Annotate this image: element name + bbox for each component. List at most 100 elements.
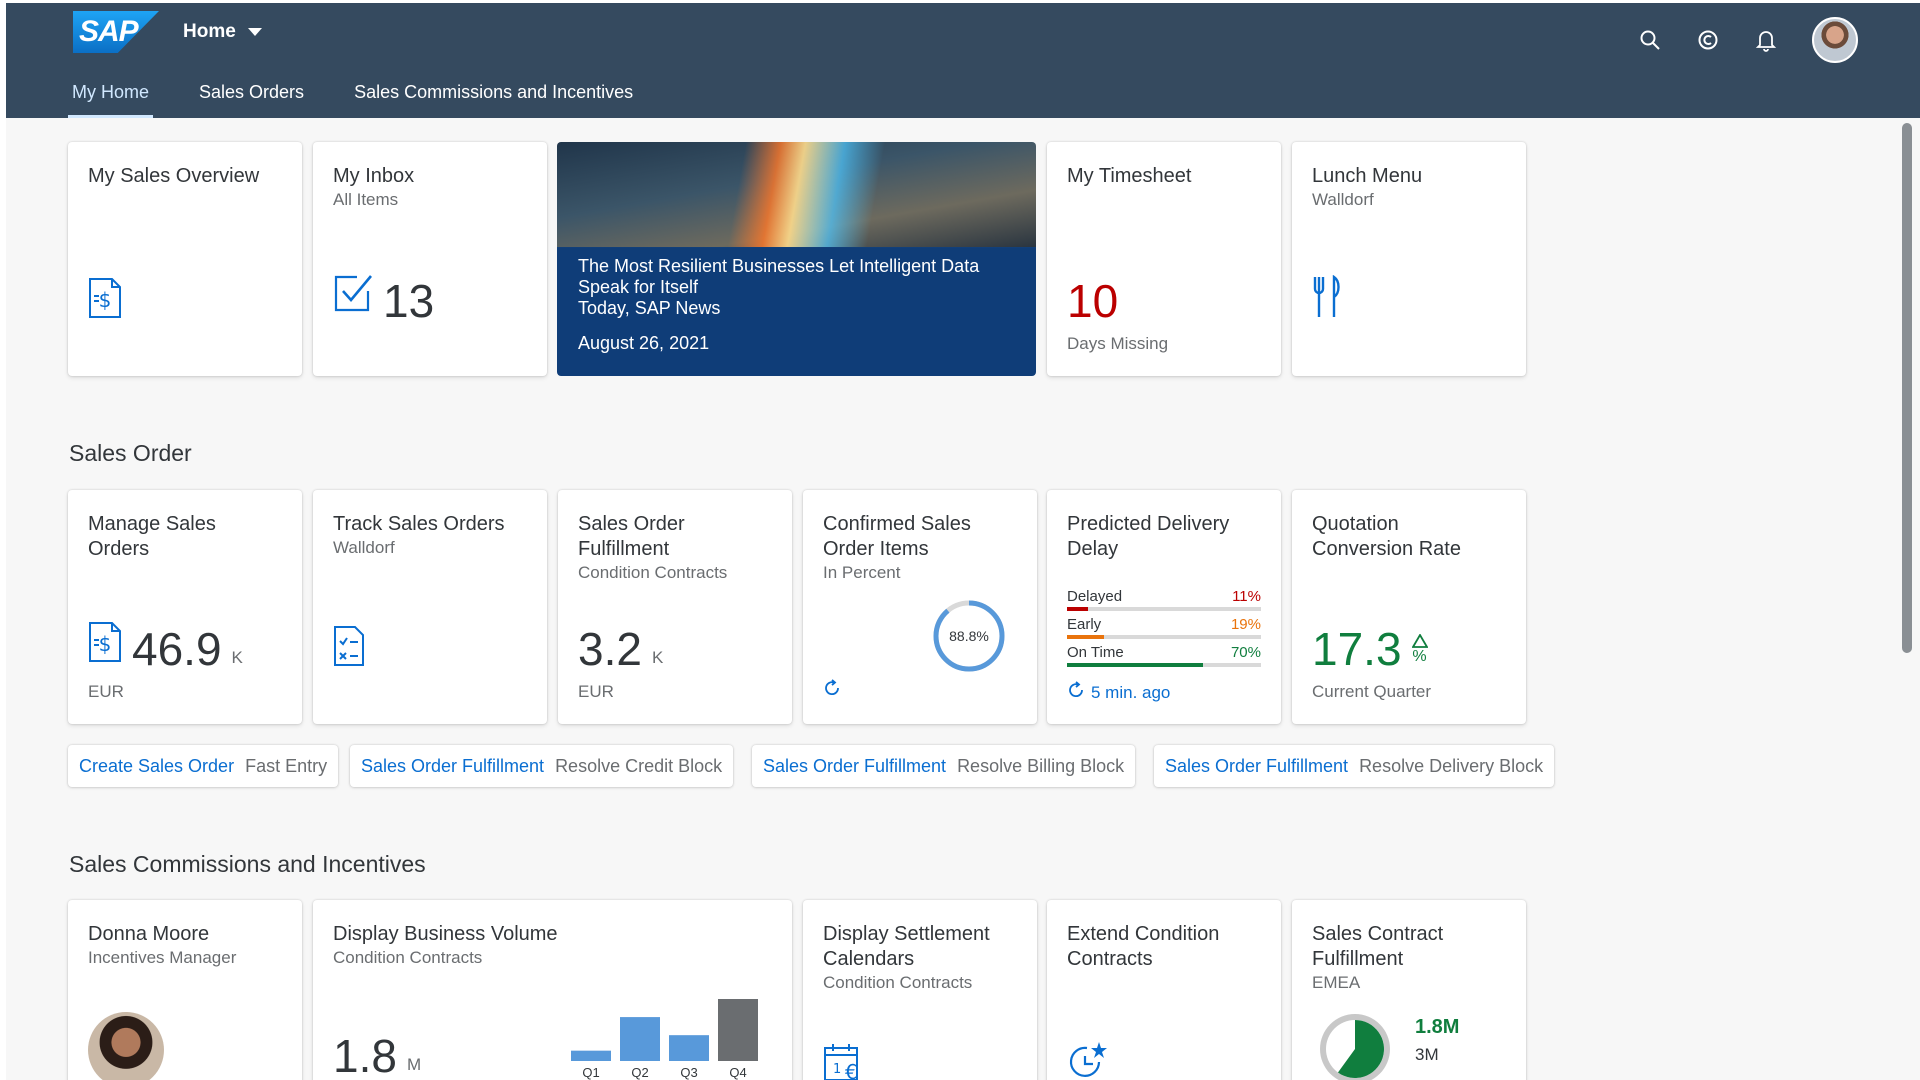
document-dollar-icon: $ [88, 277, 122, 324]
news-source: Today, SAP News [578, 298, 721, 318]
caret-down-icon [247, 28, 262, 36]
tab-my-home[interactable]: My Home [67, 76, 154, 118]
kpi-scale: K [231, 648, 243, 667]
link-title: Create Sales Order [79, 755, 235, 776]
news-headline: The Most Resilient Businesses Let Intell… [578, 256, 980, 297]
tile-sales-order-fulfillment[interactable]: Sales Order Fulfillment Condition Contra… [558, 490, 792, 724]
refresh-icon[interactable] [823, 679, 841, 702]
manage-kpi: $ 46.9 K [88, 621, 243, 672]
scrollbar-thumb[interactable] [1902, 123, 1912, 653]
business-volume-chart: Q1 Q2 Q3 Q4 [571, 999, 758, 1080]
refresh-icon [1067, 681, 1085, 704]
cutlery-icon [1312, 274, 1342, 324]
inbox-kpi: 13 [333, 273, 434, 324]
link-resolve-credit-block[interactable]: Sales Order Fulfillment Resolve Credit B… [350, 745, 734, 787]
tab-sales-orders[interactable]: Sales Orders [199, 76, 304, 114]
kpi-indicator: % [1411, 634, 1428, 666]
tile-lunch-menu[interactable]: Lunch Menu Walldorf [1292, 142, 1526, 376]
tile-sales-contract-fulfillment[interactable]: Sales Contract Fulfillment EMEA 1.8M 3M [1292, 900, 1526, 1080]
tick-label-q1: Q1 [582, 1065, 599, 1080]
tile-subtitle: In Percent [823, 563, 901, 582]
svg-text:1: 1 [833, 1062, 841, 1077]
shell-bar: SAP Home My Home Sales Orders Sales Comm… [6, 3, 1920, 118]
tile-subtitle: Condition Contracts [578, 563, 728, 582]
contract-pie [1320, 1014, 1390, 1080]
home-menu-label: Home [183, 21, 236, 42]
news-text: The Most Resilient Businesses Let Intell… [578, 256, 1018, 319]
nav-tabs: My Home Sales Orders Sales Commissions a… [67, 76, 683, 118]
kpi-scale: K [651, 648, 664, 667]
search-icon[interactable] [1638, 28, 1662, 52]
bar-label: Delayed [1067, 588, 1123, 605]
tile-title: Quotation Conversion Rate [1312, 513, 1461, 560]
tile-subtitle: Walldorf [333, 538, 395, 557]
tile-display-business-volume[interactable]: Display Business Volume Condition Contra… [313, 900, 792, 1080]
link-create-sales-order[interactable]: Create Sales Order Fast Entry [68, 745, 339, 787]
tile-subtitle: All Items [333, 190, 399, 209]
person-avatar [88, 1012, 164, 1080]
bar-value: 70% [1230, 644, 1261, 661]
timesheet-kpi: 10 [1067, 278, 1118, 324]
tile-my-timesheet[interactable]: My Timesheet 10 Days Missing [1047, 142, 1281, 376]
bell-icon[interactable] [1754, 28, 1778, 52]
tile-footer: EUR [88, 682, 124, 701]
contract-value: 1.8M [1415, 1016, 1460, 1038]
kpi-value: 1.8 [333, 1030, 397, 1080]
kpi-scale: M [406, 1055, 422, 1074]
delivery-bar-on-time: On Time 70% [1067, 644, 1261, 667]
bar-q2 [620, 1017, 660, 1061]
bar-q4 [718, 999, 758, 1061]
link-title: Sales Order Fulfillment [1165, 755, 1349, 776]
link-subtitle: Fast Entry [245, 755, 328, 776]
tile-subtitle: Walldorf [1312, 190, 1374, 209]
sap-logo[interactable]: SAP [73, 11, 159, 53]
tick-label-q4: Q4 [729, 1065, 746, 1080]
tile-donna-moore[interactable]: Donna Moore Incentives Manager [68, 900, 302, 1080]
tile-title: Donna Moore [88, 923, 210, 945]
tile-manage-sales-orders[interactable]: Manage Sales Orders $ 46.9 K EUR [68, 490, 302, 724]
tile-footer: Days Missing [1067, 334, 1169, 353]
link-subtitle: Resolve Delivery Block [1359, 755, 1544, 776]
user-avatar[interactable] [1812, 17, 1858, 63]
tile-display-settlement-calendars[interactable]: Display Settlement Calendars Condition C… [803, 900, 1037, 1080]
link-resolve-billing-block[interactable]: Sales Order Fulfillment Resolve Billing … [752, 745, 1136, 787]
bar-fill [1067, 635, 1104, 639]
tile-my-sales-overview[interactable]: My Sales Overview $ [68, 142, 302, 376]
news-date: August 26, 2021 [578, 333, 710, 353]
refresh-time: 5 min. ago [1091, 682, 1171, 702]
svg-text:$: $ [99, 632, 112, 656]
tile-quotation-conversion-rate[interactable]: Quotation Conversion Rate 17.3 % Current… [1292, 490, 1526, 724]
tile-title: Sales Order Fulfillment [578, 513, 685, 560]
tile-predicted-delivery-delay[interactable]: Predicted Delivery Delay Delayed 11% Early… [1047, 490, 1281, 724]
kpi-value: 3.2 [578, 623, 642, 675]
tile-confirmed-sales-order-items[interactable]: Confirmed Sales Order Items In Percent 8… [803, 490, 1037, 724]
tile-news[interactable]: The Most Resilient Businesses Let Intell… [557, 142, 1036, 376]
tile-extend-condition-contracts[interactable]: Extend Condition Contracts [1047, 900, 1281, 1080]
bar-track [1067, 635, 1261, 639]
bar-value: 19% [1230, 616, 1261, 633]
business-volume-kpi: 1.8 M [333, 1033, 421, 1079]
tab-sales-commissions[interactable]: Sales Commissions and Incentives [354, 76, 633, 114]
launchpad-frame: SAP Home My Home Sales Orders Sales Comm… [6, 3, 1920, 1080]
tile-footer: EUR [578, 682, 614, 701]
fulfillment-kpi: 3.2 K [578, 626, 663, 672]
link-subtitle: Resolve Credit Block [555, 755, 723, 776]
tile-track-sales-orders[interactable]: Track Sales Orders Walldorf [313, 490, 547, 724]
delivery-bar-delayed: Delayed 11% [1067, 588, 1261, 611]
home-menu-button[interactable]: Home [183, 21, 262, 43]
tile-title: Display Business Volume [333, 923, 558, 945]
bar-q1 [571, 1050, 611, 1061]
tile-title: Track Sales Orders [333, 513, 505, 535]
delivery-refresh[interactable]: 5 min. ago [1067, 681, 1170, 704]
tile-title: Sales Contract Fulfillment [1312, 923, 1444, 970]
copilot-icon[interactable] [1696, 28, 1720, 52]
inbox-count: 13 [383, 275, 435, 327]
tick-label-q2: Q2 [631, 1065, 648, 1080]
tile-my-inbox[interactable]: My Inbox All Items 13 [313, 142, 547, 376]
tile-title: Manage Sales Orders [88, 513, 216, 560]
tile-title: Extend Condition Contracts [1067, 923, 1220, 970]
link-resolve-delivery-block[interactable]: Sales Order Fulfillment Resolve Delivery… [1154, 745, 1555, 787]
quotation-kpi: 17.3 % [1312, 626, 1428, 672]
tile-footer: Current Quarter [1312, 682, 1432, 701]
bar-track [1067, 607, 1261, 611]
